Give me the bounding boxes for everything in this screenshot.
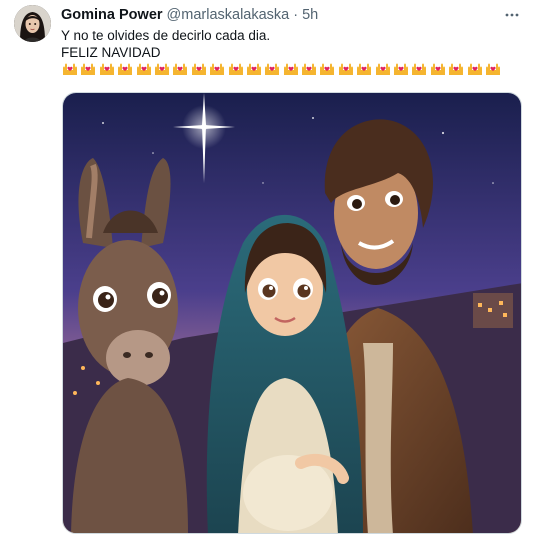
heart-hands-emoji [79, 62, 97, 76]
tweet-text-line: Y no te olvides de decirlo cada dia. [61, 28, 271, 43]
heart-hands-emoji [447, 62, 465, 76]
more-options-button[interactable] [501, 6, 523, 24]
heart-hands-emoji [392, 62, 410, 76]
heart-hands-emoji [282, 62, 300, 76]
more-horizontal-icon [505, 13, 519, 17]
tweet-text: Y no te olvides de decirlo cada dia. FEL… [61, 27, 521, 61]
heart-hands-emoji [208, 62, 226, 76]
heart-hands-emoji [484, 62, 502, 76]
heart-hands-emoji [153, 62, 171, 76]
user-handle[interactable]: @marlaskalakaska [167, 7, 290, 23]
tweet[interactable]: Gomina Power @marlaskalakaska · 5h Y no … [0, 0, 541, 539]
emoji-row [61, 62, 502, 76]
heart-hands-emoji [171, 62, 189, 76]
heart-hands-emoji [227, 62, 245, 76]
heart-hands-emoji [116, 62, 134, 76]
heart-hands-emoji [190, 62, 208, 76]
tweet-text-line: FELIZ NAVIDAD [61, 45, 161, 60]
display-name[interactable]: Gomina Power [61, 7, 163, 23]
heart-hands-emoji [135, 62, 153, 76]
heart-hands-emoji [337, 62, 355, 76]
heart-hands-emoji [245, 62, 263, 76]
heart-hands-emoji [98, 62, 116, 76]
heart-hands-emoji [355, 62, 373, 76]
heart-hands-emoji [300, 62, 318, 76]
heart-hands-emoji [410, 62, 428, 76]
timestamp[interactable]: 5h [302, 7, 318, 23]
tweet-image[interactable] [62, 92, 522, 534]
heart-hands-emoji [374, 62, 392, 76]
heart-hands-emoji [318, 62, 336, 76]
separator-dot: · [293, 7, 299, 23]
heart-hands-emoji [429, 62, 447, 76]
avatar[interactable] [14, 5, 51, 42]
tweet-header: Gomina Power @marlaskalakaska · 5h [61, 7, 521, 25]
heart-hands-emoji [61, 62, 79, 76]
heart-hands-emoji [466, 62, 484, 76]
heart-hands-emoji [263, 62, 281, 76]
